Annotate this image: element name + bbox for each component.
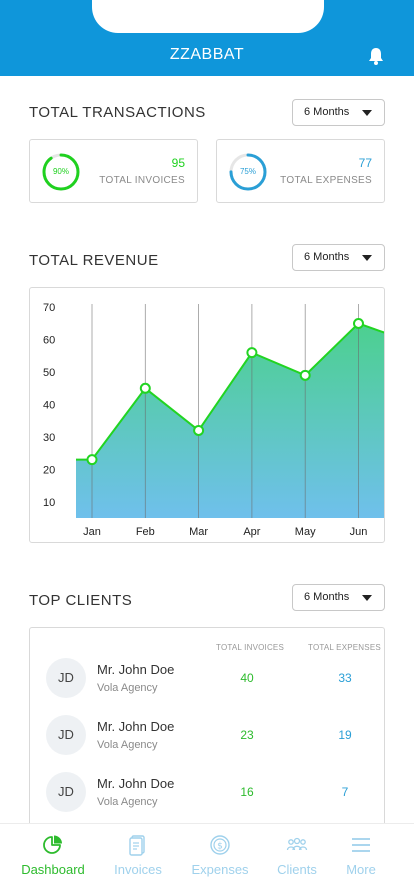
client-company: Vola Agency <box>97 739 158 751</box>
table-row[interactable]: JD Mr. John Doe Vola Agency 40 33 <box>30 658 386 702</box>
nav-invoices[interactable]: Invoices <box>106 824 170 885</box>
coins-icon: $ <box>210 835 230 855</box>
bottom-nav: Dashboard Invoices $ Expenses Clients Mo… <box>0 823 414 885</box>
data-point-jan[interactable] <box>86 454 98 466</box>
invoices-label: TOTAL INVOICES <box>99 175 185 186</box>
avatar: JD <box>46 715 86 755</box>
data-point-feb[interactable] <box>139 382 151 394</box>
x-tick-label: Jan <box>83 526 101 538</box>
revenue-chart-svg: 10 20 30 40 50 60 70 Jan Feb Mar Apr May Jun <box>43 302 384 538</box>
nav-more[interactable]: More <box>338 824 384 885</box>
x-tick-label: Apr <box>243 526 260 538</box>
period-select-value: 6 Months <box>304 591 350 603</box>
client-expenses: 19 <box>338 728 352 742</box>
nav-label: Invoices <box>114 862 162 877</box>
revenue-title: TOTAL REVENUE <box>29 252 159 269</box>
y-tick-label: 70 <box>43 302 55 314</box>
period-select-value: 6 Months <box>304 106 350 118</box>
menu-icon <box>352 838 370 852</box>
x-tick-label: Jun <box>350 526 368 538</box>
y-tick-label: 50 <box>43 367 55 379</box>
nav-label: Dashboard <box>21 862 85 877</box>
period-select-value: 6 Months <box>304 251 350 263</box>
data-point-apr[interactable] <box>246 347 258 359</box>
y-tick-label: 60 <box>43 335 55 347</box>
nav-label: Expenses <box>191 862 249 877</box>
svg-text:$: $ <box>217 842 223 852</box>
client-invoices: 16 <box>240 785 254 799</box>
y-tick-label: 40 <box>43 400 55 412</box>
top-clients-title: TOP CLIENTS <box>29 592 133 609</box>
client-name: Mr. John Doe <box>97 662 175 677</box>
transactions-title: TOTAL TRANSACTIONS <box>29 104 206 121</box>
column-header-expenses: TOTAL EXPENSES <box>308 643 381 652</box>
data-point-may[interactable] <box>299 369 311 381</box>
nav-dashboard[interactable]: Dashboard <box>0 824 106 885</box>
app-title: ZZABBAT <box>169 46 245 63</box>
clients-period-select[interactable]: 6 Months <box>292 584 385 611</box>
caret-down-icon <box>362 110 372 116</box>
invoices-stat-card[interactable]: 90% 95 TOTAL INVOICES <box>29 139 198 203</box>
y-tick-label: 10 <box>43 497 55 509</box>
y-tick-label: 30 <box>43 432 55 444</box>
expenses-label: TOTAL EXPENSES <box>280 175 372 186</box>
client-name: Mr. John Doe <box>97 776 175 791</box>
data-point-jun[interactable] <box>353 317 364 329</box>
invoices-count: 95 <box>171 156 185 170</box>
nav-label: Clients <box>277 862 317 877</box>
column-header-invoices: TOTAL INVOICES <box>216 643 284 652</box>
client-company: Vola Agency <box>97 796 158 808</box>
expenses-count: 77 <box>358 156 372 170</box>
revenue-chart: 10 20 30 40 50 60 70 Jan Feb Mar Apr May Jun <box>29 287 385 543</box>
y-tick-label: 20 <box>43 464 55 476</box>
expenses-stat-card[interactable]: 75% 77 TOTAL EXPENSES <box>216 139 385 203</box>
transactions-period-select[interactable]: 6 Months <box>292 99 385 126</box>
expenses-percent: 75% <box>239 167 256 176</box>
invoice-icon <box>129 835 145 856</box>
bell-icon[interactable] <box>366 46 386 66</box>
caret-down-icon <box>362 595 372 601</box>
pie-chart-icon <box>43 835 62 854</box>
revenue-period-select[interactable]: 6 Months <box>292 244 385 271</box>
avatar: JD <box>46 658 86 698</box>
table-row[interactable]: JD Mr. John Doe Vola Agency 23 19 <box>30 715 386 759</box>
client-invoices: 40 <box>240 671 254 685</box>
nav-label: More <box>346 862 376 877</box>
x-tick-label: Feb <box>136 526 155 538</box>
invoices-percent: 90% <box>52 167 69 176</box>
avatar: JD <box>46 772 86 812</box>
client-expenses: 7 <box>341 785 349 799</box>
nav-clients[interactable]: Clients <box>270 824 324 885</box>
top-clients-table: TOTAL INVOICES TOTAL EXPENSES JD Mr. Joh… <box>29 627 385 847</box>
caret-down-icon <box>362 255 372 261</box>
app-header: ZZABBAT <box>0 0 414 76</box>
data-point-mar[interactable] <box>193 424 205 436</box>
client-company: Vola Agency <box>97 682 158 694</box>
table-row[interactable]: JD Mr. John Doe Vola Agency 16 7 <box>30 772 386 816</box>
revenue-area <box>76 323 384 518</box>
device-notch <box>92 0 324 33</box>
users-icon <box>286 837 308 851</box>
client-expenses: 33 <box>338 671 352 685</box>
client-name: Mr. John Doe <box>97 719 175 734</box>
nav-expenses[interactable]: $ Expenses <box>186 824 254 885</box>
x-tick-label: May <box>295 526 316 538</box>
x-tick-label: Mar <box>189 526 208 538</box>
client-invoices: 23 <box>240 728 254 742</box>
